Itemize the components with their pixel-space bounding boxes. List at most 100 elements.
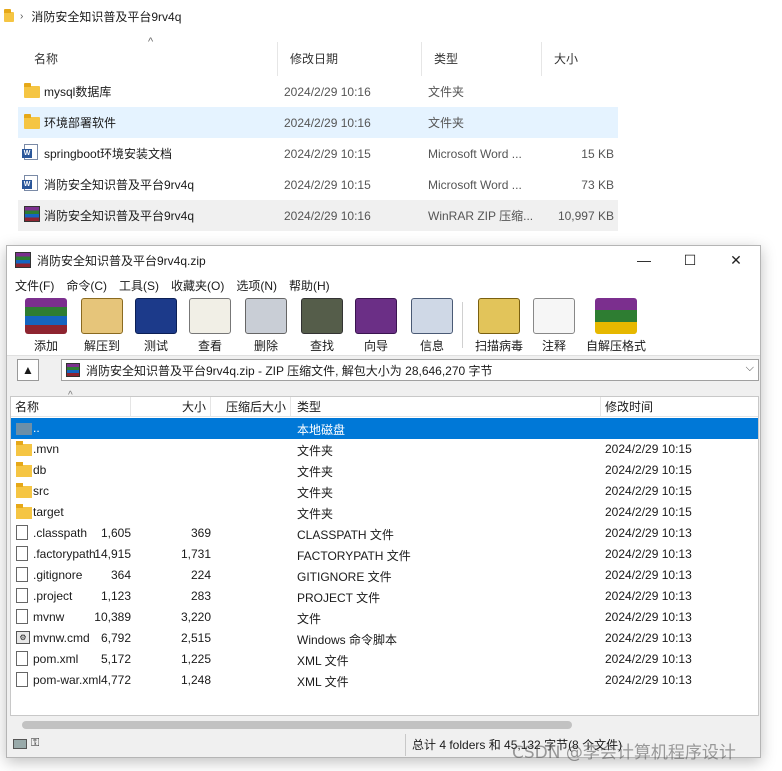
list-item[interactable]: pom-war.xml 4,772 1,248 XML 文件 2024/2/29… xyxy=(11,670,758,691)
list-item[interactable]: pom.xml 5,172 1,225 XML 文件 2024/2/29 10:… xyxy=(11,649,758,670)
item-type: 文件夹 xyxy=(297,507,334,521)
column-type[interactable]: 类型 xyxy=(422,42,542,76)
list-item[interactable]: ⚙ mvnw.cmd 6,792 2,515 Windows 命令脚本 2024… xyxy=(11,628,758,649)
column-type[interactable]: 类型 xyxy=(291,397,601,417)
item-size: 364 xyxy=(110,568,131,582)
list-item[interactable]: target 文件夹 2024/2/29 10:15 xyxy=(11,502,758,523)
list-item[interactable]: .gitignore 364 224 GITIGNORE 文件 2024/2/2… xyxy=(11,565,758,586)
list-item[interactable]: .classpath 1,605 369 CLASSPATH 文件 2024/2… xyxy=(11,523,758,544)
chevron-right-icon: › xyxy=(20,10,24,22)
item-size: 4,772 xyxy=(100,673,131,687)
menu-file[interactable]: 文件(F) xyxy=(15,277,54,294)
list-item[interactable]: .. 本地磁盘 xyxy=(11,418,758,439)
explorer-row[interactable]: 消防安全知识普及平台9rv4q 2024/2/29 10:16 WinRAR Z… xyxy=(18,200,618,231)
title-bar: 消防安全知识普及平台9rv4q.zip — ☐ ✕ xyxy=(7,246,760,274)
folder-up-icon xyxy=(16,423,32,435)
list-item[interactable]: .factorypath 14,915 1,731 FACTORYPATH 文件… xyxy=(11,544,758,565)
find-button[interactable]: 查找 xyxy=(297,298,347,354)
file-date: 2024/2/29 10:16 xyxy=(284,115,371,130)
item-name: .. xyxy=(33,421,40,435)
item-date: 2024/2/29 10:13 xyxy=(605,610,692,624)
column-name[interactable]: 名称 xyxy=(11,397,131,417)
info-button[interactable]: 信息 xyxy=(407,298,457,354)
list-item[interactable]: src 文件夹 2024/2/29 10:15 xyxy=(11,481,758,502)
column-size[interactable]: 大小 xyxy=(131,397,211,417)
view-button[interactable]: 查看 xyxy=(185,298,235,354)
archive-add-icon xyxy=(25,298,67,334)
list-item[interactable]: .project 1,123 283 PROJECT 文件 2024/2/29 … xyxy=(11,586,758,607)
add-button[interactable]: 添加 xyxy=(21,298,71,354)
wizard-button[interactable]: 向导 xyxy=(351,298,401,354)
test-button[interactable]: 测试 xyxy=(131,298,181,354)
toolbar: 添加 解压到 测试 查看 删除 查找 向导 信息 扫描病毒 注释 自解压格式 xyxy=(7,296,760,356)
list-item[interactable]: db 文件夹 2024/2/29 10:15 xyxy=(11,460,758,481)
minimize-button[interactable]: — xyxy=(621,246,667,274)
column-size[interactable]: 大小 xyxy=(542,42,622,76)
archive-path-field[interactable]: 消防安全知识普及平台9rv4q.zip - ZIP 压缩文件, 解包大小为 28… xyxy=(61,359,759,381)
item-date: 2024/2/29 10:15 xyxy=(605,484,692,498)
item-name: .project xyxy=(33,589,73,603)
find-label: 查找 xyxy=(309,339,334,353)
file-type: Microsoft Word ... xyxy=(428,177,522,192)
maximize-button[interactable]: ☐ xyxy=(667,246,713,274)
sfx-button[interactable]: 自解压格式 xyxy=(583,298,649,354)
delete-button[interactable]: 删除 xyxy=(241,298,291,354)
folder-icon xyxy=(4,9,14,22)
item-name: .mvn xyxy=(33,442,60,456)
explorer-row[interactable]: springboot环境安装文档 2024/2/29 10:15 Microso… xyxy=(18,138,618,169)
item-name: .classpath xyxy=(33,526,88,540)
address-row: ▲ 消防安全知识普及平台9rv4q.zip - ZIP 压缩文件, 解包大小为 … xyxy=(7,356,760,384)
explorer-row[interactable]: 环境部署软件 2024/2/29 10:16 文件夹 xyxy=(18,107,618,138)
file-icon xyxy=(16,672,28,687)
extract-to-button[interactable]: 解压到 xyxy=(77,298,127,354)
folder-icon xyxy=(16,504,32,519)
up-folder-button[interactable]: ▲ xyxy=(17,359,39,381)
menu-options[interactable]: 选项(N) xyxy=(236,277,277,294)
winrar-window: 消防安全知识普及平台9rv4q.zip — ☐ ✕ 文件(F) 命令(C) 工具… xyxy=(6,245,761,758)
scrollbar-thumb[interactable] xyxy=(22,721,572,729)
menu-help[interactable]: 帮助(H) xyxy=(289,277,330,294)
folder-icon xyxy=(24,83,40,98)
file-date: 2024/2/29 10:16 xyxy=(284,84,371,99)
file-icon xyxy=(16,567,28,582)
item-packed: 224 xyxy=(190,568,211,582)
file-size: 15 KB xyxy=(581,146,614,161)
column-packed[interactable]: 压缩后大小 xyxy=(211,397,291,417)
folder-icon xyxy=(16,483,32,498)
list-item[interactable]: mvnw 10,389 3,220 文件 2024/2/29 10:13 xyxy=(11,607,758,628)
item-packed: 1,248 xyxy=(180,673,211,687)
horizontal-scrollbar[interactable] xyxy=(10,719,759,731)
archive-file-list: ^ 名称 大小 压缩后大小 类型 修改时间 .. 本地磁盘 .mvn 文件夹 2… xyxy=(10,390,759,716)
explorer-row[interactable]: 消防安全知识普及平台9rv4q 2024/2/29 10:15 Microsof… xyxy=(18,169,618,200)
item-size: 10,389 xyxy=(94,610,131,624)
menu-tools[interactable]: 工具(S) xyxy=(119,277,159,294)
chevron-down-icon[interactable]: ⌵ xyxy=(746,362,754,375)
wizard-icon xyxy=(355,298,397,334)
item-size: 1,123 xyxy=(100,589,131,603)
virus-scan-icon xyxy=(478,298,520,334)
list-item[interactable]: .mvn 文件夹 2024/2/29 10:15 xyxy=(11,439,758,460)
winrar-archive-icon xyxy=(24,206,40,222)
sfx-archive-icon xyxy=(595,298,637,334)
menu-favorites[interactable]: 收藏夹(O) xyxy=(171,277,224,294)
extract-to-label: 解压到 xyxy=(83,339,120,353)
menu-commands[interactable]: 命令(C) xyxy=(66,277,107,294)
item-type: 文件 xyxy=(297,612,322,626)
explorer-breadcrumb-bar: › 消防安全知识普及平台9rv4q xyxy=(0,0,782,32)
file-size: 10,997 KB xyxy=(557,208,614,223)
breadcrumb-current[interactable]: 消防安全知识普及平台9rv4q xyxy=(31,8,181,25)
scan-virus-button[interactable]: 扫描病毒 xyxy=(471,298,527,354)
comment-button[interactable]: 注释 xyxy=(529,298,579,354)
scan-virus-label: 扫描病毒 xyxy=(474,339,523,353)
item-name: pom.xml xyxy=(33,652,79,666)
item-type: 文件夹 xyxy=(297,444,334,458)
explorer-row[interactable]: mysql数据库 2024/2/29 10:16 文件夹 xyxy=(18,76,618,107)
column-name[interactable]: 名称 xyxy=(22,42,278,76)
item-packed: 283 xyxy=(190,589,211,603)
column-date[interactable]: 修改日期 xyxy=(278,42,422,76)
close-button[interactable]: ✕ xyxy=(713,246,759,274)
column-modified[interactable]: 修改时间 xyxy=(601,397,758,417)
info-icon xyxy=(411,298,453,334)
file-icon xyxy=(16,525,28,540)
file-name: springboot环境安装文档 xyxy=(44,147,173,161)
